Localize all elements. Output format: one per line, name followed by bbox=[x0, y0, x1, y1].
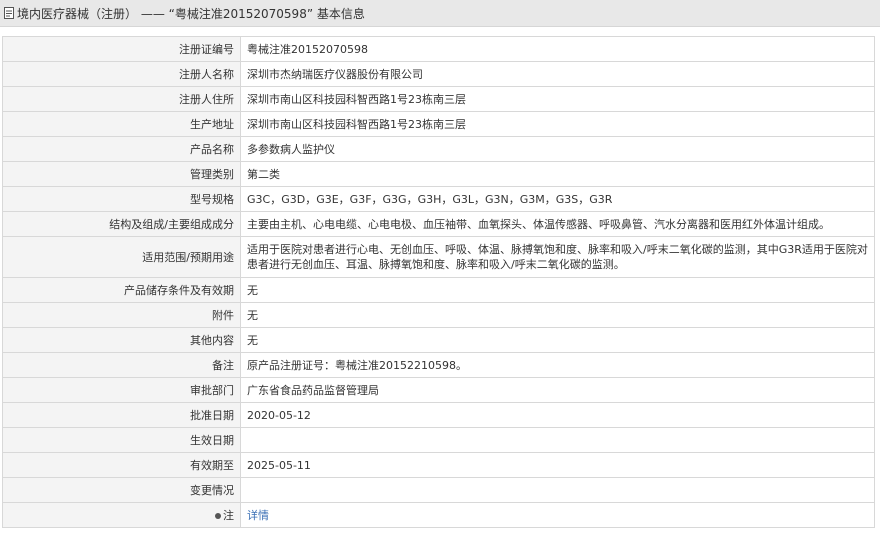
row-value: 原产品注册证号：粤械注准20152210598。 bbox=[240, 352, 875, 378]
table-row: 注册人住所 深圳市南山区科技园科智西路1号23栋南三层 bbox=[2, 86, 875, 112]
row-label: 产品名称 bbox=[2, 136, 241, 162]
detail-link[interactable]: 详情 bbox=[247, 509, 269, 522]
row-label: 生产地址 bbox=[2, 111, 241, 137]
row-label: 其他内容 bbox=[2, 327, 241, 353]
row-label: 批准日期 bbox=[2, 402, 241, 428]
table-row: 变更情况 bbox=[2, 477, 875, 503]
page-title: 境内医疗器械（注册） —— “粤械注准20152070598” 基本信息 bbox=[17, 6, 365, 21]
row-value: 无 bbox=[240, 277, 875, 303]
row-label: 型号规格 bbox=[2, 186, 241, 212]
row-label: 注册人名称 bbox=[2, 61, 241, 87]
row-label: 附件 bbox=[2, 302, 241, 328]
table-row: 备注 原产品注册证号：粤械注准20152210598。 bbox=[2, 352, 875, 378]
row-label: 产品储存条件及有效期 bbox=[2, 277, 241, 303]
table-row: 适用范围/预期用途 适用于医院对患者进行心电、无创血压、呼吸、体温、脉搏氧饱和度… bbox=[2, 236, 875, 278]
page-title-bar: 境内医疗器械（注册） —— “粤械注准20152070598” 基本信息 bbox=[0, 0, 880, 27]
document-icon bbox=[4, 7, 14, 19]
row-label: 注 bbox=[223, 508, 234, 522]
note-label-cell: 注 bbox=[2, 502, 241, 528]
table-row: 产品名称 多参数病人监护仪 bbox=[2, 136, 875, 162]
row-value: 粤械注准20152070598 bbox=[240, 36, 875, 62]
row-label: 管理类别 bbox=[2, 161, 241, 187]
row-value: 深圳市南山区科技园科智西路1号23栋南三层 bbox=[240, 111, 875, 137]
table-row: 注 详情 bbox=[2, 502, 875, 528]
row-value: 第二类 bbox=[240, 161, 875, 187]
table-row: 生产地址 深圳市南山区科技园科智西路1号23栋南三层 bbox=[2, 111, 875, 137]
row-label: 变更情况 bbox=[2, 477, 241, 503]
table-row: 批准日期 2020-05-12 bbox=[2, 402, 875, 428]
row-value: 深圳市杰纳瑞医疗仪器股份有限公司 bbox=[240, 61, 875, 87]
table-row: 其他内容 无 bbox=[2, 327, 875, 353]
row-label: 适用范围/预期用途 bbox=[2, 236, 241, 278]
note-mark-icon bbox=[215, 512, 221, 519]
table-row: 有效期至 2025-05-11 bbox=[2, 452, 875, 478]
table-row: 注册人名称 深圳市杰纳瑞医疗仪器股份有限公司 bbox=[2, 61, 875, 87]
table-row: 产品储存条件及有效期 无 bbox=[2, 277, 875, 303]
row-value: 2020-05-12 bbox=[240, 402, 875, 428]
row-value: 详情 bbox=[240, 502, 875, 528]
table-row: 结构及组成/主要组成成分 主要由主机、心电电缆、心电电极、血压袖带、血氧探头、体… bbox=[2, 211, 875, 237]
table-row: 注册证编号 粤械注准20152070598 bbox=[2, 36, 875, 62]
row-label: 结构及组成/主要组成成分 bbox=[2, 211, 241, 237]
row-label: 审批部门 bbox=[2, 377, 241, 403]
row-value bbox=[240, 477, 875, 503]
table-row: 审批部门 广东省食品药品监督管理局 bbox=[2, 377, 875, 403]
table-row: 附件 无 bbox=[2, 302, 875, 328]
row-value: 深圳市南山区科技园科智西路1号23栋南三层 bbox=[240, 86, 875, 112]
row-label: 注册证编号 bbox=[2, 36, 241, 62]
row-label: 有效期至 bbox=[2, 452, 241, 478]
row-value: 多参数病人监护仪 bbox=[240, 136, 875, 162]
row-value: 广东省食品药品监督管理局 bbox=[240, 377, 875, 403]
table-row: 生效日期 bbox=[2, 427, 875, 453]
table-row: 管理类别 第二类 bbox=[2, 161, 875, 187]
row-label: 生效日期 bbox=[2, 427, 241, 453]
info-table: 注册证编号 粤械注准20152070598 注册人名称 深圳市杰纳瑞医疗仪器股份… bbox=[2, 36, 875, 528]
table-row: 型号规格 G3C，G3D，G3E，G3F，G3G，G3H，G3L，G3N，G3M… bbox=[2, 186, 875, 212]
row-label: 备注 bbox=[2, 352, 241, 378]
row-value: G3C，G3D，G3E，G3F，G3G，G3H，G3L，G3N，G3M，G3S，… bbox=[240, 186, 875, 212]
row-value: 2025-05-11 bbox=[240, 452, 875, 478]
row-value: 适用于医院对患者进行心电、无创血压、呼吸、体温、脉搏氧饱和度、脉率和吸入/呼末二… bbox=[240, 236, 875, 278]
row-label: 注册人住所 bbox=[2, 86, 241, 112]
row-value: 无 bbox=[240, 302, 875, 328]
row-value bbox=[240, 427, 875, 453]
row-value: 无 bbox=[240, 327, 875, 353]
row-value: 主要由主机、心电电缆、心电电极、血压袖带、血氧探头、体温传感器、呼吸鼻管、汽水分… bbox=[240, 211, 875, 237]
